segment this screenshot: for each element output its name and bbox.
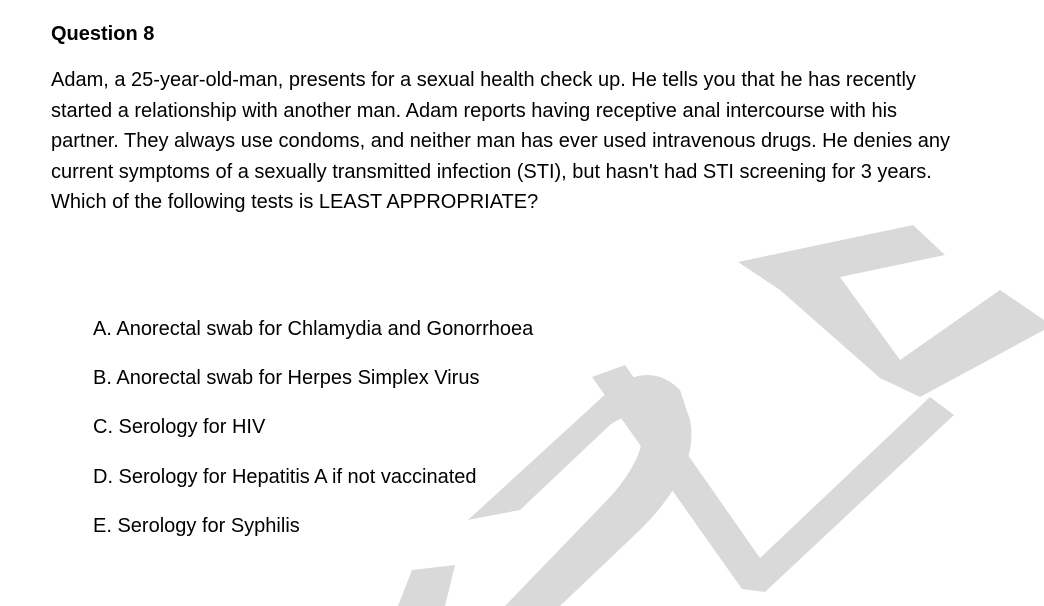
- answer-option-a[interactable]: A. Anorectal swab for Chlamydia and Gono…: [93, 314, 533, 363]
- question-stem: Adam, a 25-year-old-man, presents for a …: [51, 69, 951, 213]
- answer-option-b[interactable]: B. Anorectal swab for Herpes Simplex Vir…: [93, 363, 533, 412]
- answer-option-e[interactable]: E. Serology for Syphilis: [93, 511, 533, 560]
- answer-option-d[interactable]: D. Serology for Hepatitis A if not vacci…: [93, 462, 533, 511]
- answer-options: A. Anorectal swab for Chlamydia and Gono…: [93, 314, 533, 560]
- question-title: Question 8: [51, 23, 155, 45]
- answer-option-c[interactable]: C. Serology for HIV: [93, 412, 533, 461]
